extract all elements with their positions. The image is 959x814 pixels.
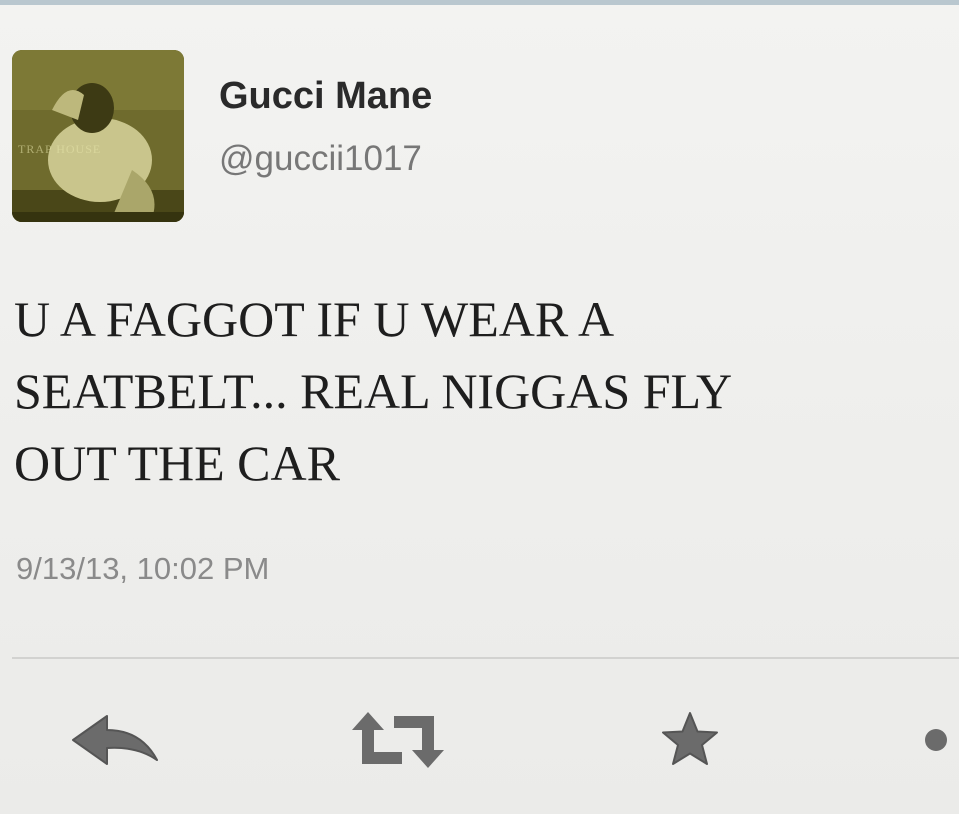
more-button[interactable] <box>910 705 959 775</box>
tweet-text-line: OUT THE CAR <box>14 435 340 491</box>
reply-icon <box>72 715 158 765</box>
user-handle[interactable]: @guccii1017 <box>219 139 422 179</box>
tweet-text: U A FAGGOT IF U WEAR A SEATBELT... REAL … <box>14 283 959 499</box>
divider <box>12 657 959 659</box>
retweet-icon <box>351 712 444 768</box>
tweet-text-line: U A FAGGOT IF U WEAR A <box>14 291 615 347</box>
retweet-button[interactable] <box>340 705 455 775</box>
more-icon <box>925 729 947 751</box>
favorite-button[interactable] <box>640 705 740 775</box>
avatar[interactable]: TRAP HOUSE <box>12 50 184 222</box>
timestamp: 9/13/13, 10:02 PM <box>16 551 270 586</box>
tweet-card: TRAP HOUSE Gucci Mane @guccii1017 U A FA… <box>0 5 959 814</box>
display-name[interactable]: Gucci Mane <box>219 75 432 118</box>
reply-button[interactable] <box>60 705 170 775</box>
avatar-watermark: TRAP HOUSE <box>18 142 102 156</box>
tweet-text-line: SEATBELT... REAL NIGGAS FLY <box>14 363 733 419</box>
star-icon <box>662 712 718 765</box>
avatar-image <box>12 50 184 222</box>
